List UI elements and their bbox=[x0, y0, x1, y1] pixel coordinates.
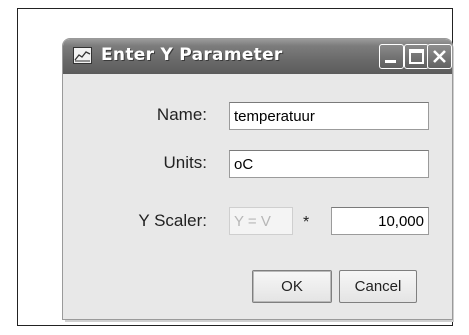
dialog-title: Enter Y Parameter bbox=[101, 45, 283, 65]
multiply-operator: * bbox=[303, 214, 310, 231]
name-label: Name: bbox=[156, 105, 207, 124]
minimize-button[interactable] bbox=[379, 44, 404, 69]
name-field[interactable] bbox=[229, 102, 429, 130]
title-bar[interactable]: Enter Y Parameter bbox=[63, 39, 452, 74]
screenshot-frame: Enter Y Parameter Name: Unit bbox=[17, 8, 453, 326]
y-scaler-value-field[interactable] bbox=[331, 207, 429, 235]
maximize-button[interactable] bbox=[404, 44, 429, 69]
chart-window-icon bbox=[73, 47, 92, 64]
enter-y-parameter-dialog: Enter Y Parameter Name: Unit bbox=[63, 39, 452, 319]
close-button[interactable] bbox=[427, 44, 452, 69]
ok-button[interactable]: OK bbox=[252, 270, 332, 303]
units-label: Units: bbox=[163, 153, 207, 172]
maximize-icon bbox=[409, 49, 424, 64]
y-scaler-label: Y Scaler: bbox=[138, 211, 207, 230]
scaler-expression-field bbox=[229, 207, 293, 235]
cancel-button[interactable]: Cancel bbox=[339, 270, 417, 303]
minimize-icon bbox=[385, 60, 396, 63]
close-icon bbox=[433, 50, 446, 63]
units-field[interactable] bbox=[229, 150, 429, 178]
